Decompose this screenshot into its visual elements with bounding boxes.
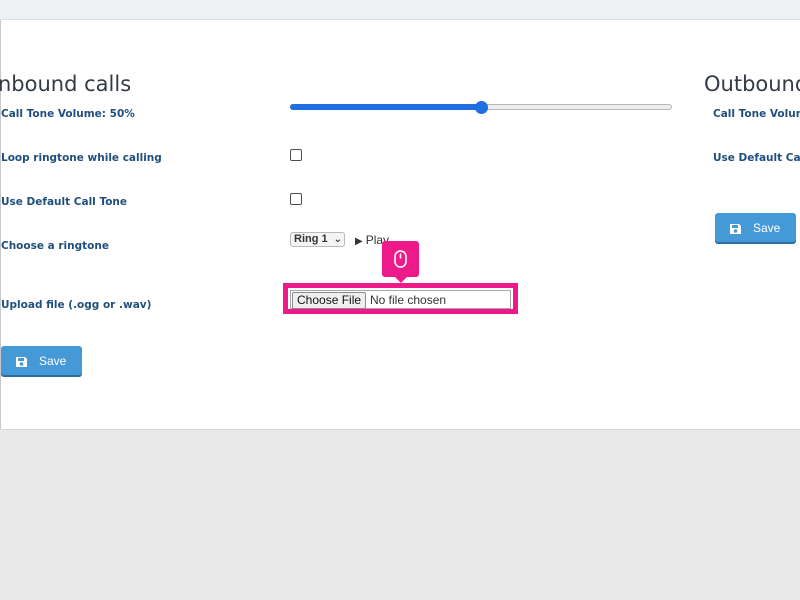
choose-file-button[interactable]: Choose File: [292, 292, 367, 309]
loop-ringtone-label: Loop ringtone while calling: [1, 152, 162, 164]
save-label: Save: [753, 221, 781, 235]
slider-fill: [290, 104, 481, 110]
call-tone-volume-slider[interactable]: [290, 101, 672, 114]
use-default-call-tone-label: Use Default Call Tone: [1, 196, 128, 208]
outbound-calls-heading: Outbound: [704, 72, 800, 96]
top-bar: [0, 0, 800, 20]
outbound-call-tone-volume-label: Call Tone Volume: [713, 108, 800, 120]
chevron-down-icon: ⌄: [333, 234, 342, 245]
mouse-icon: [394, 250, 407, 268]
loop-ringtone-checkbox[interactable]: [290, 149, 302, 161]
floppy-disk-icon: [16, 357, 27, 367]
upload-file-label: Upload file (.ogg or .wav): [1, 299, 152, 311]
inbound-save-button[interactable]: Save: [1, 346, 82, 375]
call-tone-volume-label: Call Tone Volume: 50%: [1, 108, 135, 120]
inbound-calls-heading: nbound calls: [0, 72, 132, 96]
ringtone-select-value: Ring 1: [294, 233, 328, 245]
outbound-use-default-call-tone-label: Use Default Call: [713, 152, 800, 164]
upload-file-input[interactable]: Choose File No file chosen: [290, 290, 511, 309]
play-triangle-icon: ▶: [355, 236, 363, 247]
outbound-save-button[interactable]: Save: [715, 213, 796, 242]
slider-thumb[interactable]: [475, 101, 488, 114]
save-label: Save: [39, 354, 67, 368]
choose-ringtone-label: Choose a ringtone: [1, 240, 109, 252]
ringtone-select[interactable]: Ring 1 ⌄: [290, 232, 345, 247]
click-indicator-tooltip: [382, 241, 419, 283]
use-default-call-tone-checkbox[interactable]: [290, 193, 302, 205]
floppy-disk-icon: [730, 224, 741, 234]
file-status-text: No file chosen: [370, 293, 447, 307]
